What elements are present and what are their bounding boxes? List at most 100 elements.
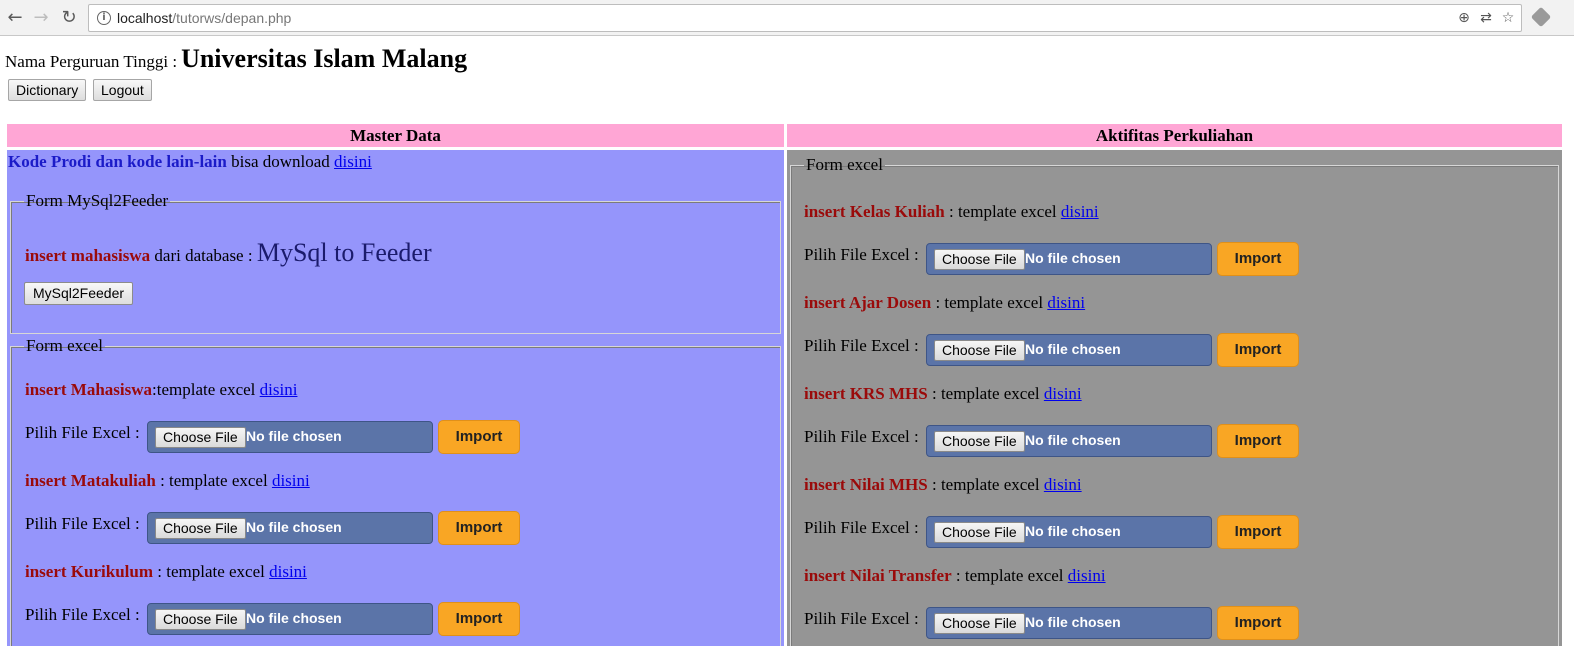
choose-file-button[interactable]: Choose File: [934, 613, 1025, 634]
file-input[interactable]: Choose File No file chosen: [926, 607, 1212, 639]
choose-file-button[interactable]: Choose File: [934, 340, 1025, 361]
address-url: localhost/tutorws/depan.php: [117, 5, 291, 31]
aktifitas-header: Aktifitas Perkuliahan: [787, 124, 1562, 147]
reload-icon[interactable]: ↻: [58, 7, 80, 29]
import-button[interactable]: Import: [1217, 606, 1299, 640]
import-button[interactable]: Import: [1217, 424, 1299, 458]
import-button[interactable]: Import: [438, 602, 520, 636]
institution-name: Universitas Islam Malang: [181, 44, 468, 73]
file-label: Pilih File Excel :: [804, 336, 919, 355]
file-input[interactable]: Choose File No file chosen: [926, 425, 1212, 457]
upload-title: insert Ajar Dosen: [804, 293, 932, 312]
choose-file-button[interactable]: Choose File: [934, 431, 1025, 452]
mysql-insert-row: insert mahasiswa dari database : MySql t…: [25, 238, 432, 268]
choose-file-button[interactable]: Choose File: [934, 522, 1025, 543]
upload-suffix: : template excel: [927, 475, 1040, 494]
import-button[interactable]: Import: [1217, 515, 1299, 549]
bookmark-star-icon[interactable]: ☆: [1497, 7, 1519, 29]
back-arrow-icon[interactable]: ←: [4, 7, 26, 29]
no-file-text: No file chosen: [246, 519, 342, 535]
no-file-text: No file chosen: [1025, 341, 1121, 357]
file-label: Pilih File Excel :: [25, 514, 140, 533]
file-input[interactable]: Choose File No file chosen: [147, 421, 433, 453]
logout-button[interactable]: Logout: [93, 79, 152, 101]
info-icon[interactable]: i: [97, 11, 111, 25]
upload-suffix: :template excel: [152, 380, 256, 399]
upload-title-row: insert Matakuliah : template excel disin…: [25, 471, 310, 491]
choose-file-button[interactable]: Choose File: [155, 427, 246, 448]
file-upload-row: Pilih File Excel : Choose File No file cho…: [804, 331, 1304, 367]
intro-text: bisa download: [231, 152, 330, 171]
dictionary-button[interactable]: Dictionary: [8, 79, 87, 101]
upload-suffix: : template excel: [944, 202, 1057, 221]
template-link[interactable]: disini: [1061, 202, 1099, 221]
master-excel-legend: Form excel: [26, 336, 103, 355]
file-label: Pilih File Excel :: [804, 518, 919, 537]
file-label: Pilih File Excel :: [804, 245, 919, 264]
template-link[interactable]: disini: [1044, 475, 1082, 494]
upload-title-row: insert Nilai Transfer : template excel d…: [804, 566, 1106, 586]
file-label: Pilih File Excel :: [25, 423, 140, 442]
import-button[interactable]: Import: [1217, 333, 1299, 367]
choose-file-button[interactable]: Choose File: [155, 518, 246, 539]
mysql-insert-text: dari database :: [154, 246, 253, 265]
upload-suffix: : template excel: [153, 562, 265, 581]
mysql2feeder-button[interactable]: MySql2Feeder: [24, 282, 134, 305]
file-input[interactable]: Choose File No file chosen: [926, 334, 1212, 366]
upload-title: insert Nilai MHS: [804, 475, 928, 494]
import-button[interactable]: Import: [438, 511, 520, 545]
file-input[interactable]: Choose File No file chosen: [926, 243, 1212, 275]
import-button[interactable]: Import: [438, 420, 520, 454]
institution-label: Nama Perguruan Tinggi :: [5, 52, 178, 71]
template-link[interactable]: disini: [260, 380, 298, 399]
template-link[interactable]: disini: [272, 471, 310, 490]
mysql-feeder-legend: Form MySql2Feeder: [26, 191, 169, 210]
choose-file-button[interactable]: Choose File: [934, 249, 1025, 270]
file-upload-row: Pilih File Excel : Choose File No file cho…: [25, 600, 525, 636]
no-file-text: No file chosen: [1025, 432, 1121, 448]
upload-title-row: insert Mahasiswa:template excel disini: [25, 380, 297, 400]
browser-toolbar: ← → ↻ i localhost/tutorws/depan.php ⊕ ⇄ …: [0, 0, 1574, 36]
file-upload-row: Pilih File Excel : Choose File No file cho…: [804, 422, 1304, 458]
upload-title-row: insert Kelas Kuliah : template excel dis…: [804, 202, 1099, 222]
template-link[interactable]: disini: [1044, 384, 1082, 403]
mysql-insert-title: insert mahasiswa: [25, 246, 151, 265]
upload-title: insert Kelas Kuliah: [804, 202, 945, 221]
upload-title: insert Nilai Transfer: [804, 566, 952, 585]
upload-title-row: insert Nilai MHS : template excel disini: [804, 475, 1082, 495]
extension-icon[interactable]: [1530, 6, 1552, 28]
upload-title-row: insert KRS MHS : template excel disini: [804, 384, 1082, 404]
upload-title: insert KRS MHS: [804, 384, 928, 403]
download-intro: Kode Prodi dan kode lain-lain bisa downl…: [8, 152, 372, 172]
no-file-text: No file chosen: [246, 428, 342, 444]
file-label: Pilih File Excel :: [804, 427, 919, 446]
address-bar[interactable]: i localhost/tutorws/depan.php ⊕ ⇄ ☆: [88, 4, 1522, 32]
no-file-text: No file chosen: [246, 610, 342, 626]
import-button[interactable]: Import: [1217, 242, 1299, 276]
template-link[interactable]: disini: [269, 562, 307, 581]
upload-suffix: : template excel: [155, 471, 268, 490]
mysql-feeder-title: MySql to Feeder: [256, 238, 432, 267]
no-file-text: No file chosen: [1025, 523, 1121, 539]
file-label: Pilih File Excel :: [804, 609, 919, 628]
page-title: Nama Perguruan Tinggi : Universitas Isla…: [5, 44, 467, 74]
upload-title-row: insert Ajar Dosen : template excel disin…: [804, 293, 1085, 313]
download-link[interactable]: disini: [334, 152, 372, 171]
master-data-panel: Kode Prodi dan kode lain-lain bisa downl…: [7, 150, 784, 646]
zoom-icon[interactable]: ⊕: [1453, 7, 1475, 29]
file-upload-row: Pilih File Excel : Choose File No file cho…: [804, 604, 1304, 640]
translate-icon[interactable]: ⇄: [1475, 7, 1497, 29]
upload-title-row: insert Kurikulum : template excel disini: [25, 562, 307, 582]
file-input[interactable]: Choose File No file chosen: [926, 516, 1212, 548]
no-file-text: No file chosen: [1025, 250, 1121, 266]
template-link[interactable]: disini: [1047, 293, 1085, 312]
file-input[interactable]: Choose File No file chosen: [147, 512, 433, 544]
choose-file-button[interactable]: Choose File: [155, 609, 246, 630]
forward-arrow-icon[interactable]: →: [30, 7, 52, 29]
template-link[interactable]: disini: [1068, 566, 1106, 585]
upload-title: insert Kurikulum: [25, 562, 153, 581]
aktifitas-excel-legend: Form excel: [806, 155, 883, 174]
file-label: Pilih File Excel :: [25, 605, 140, 624]
file-input[interactable]: Choose File No file chosen: [147, 603, 433, 635]
upload-title: insert Mahasiswa: [25, 380, 153, 399]
